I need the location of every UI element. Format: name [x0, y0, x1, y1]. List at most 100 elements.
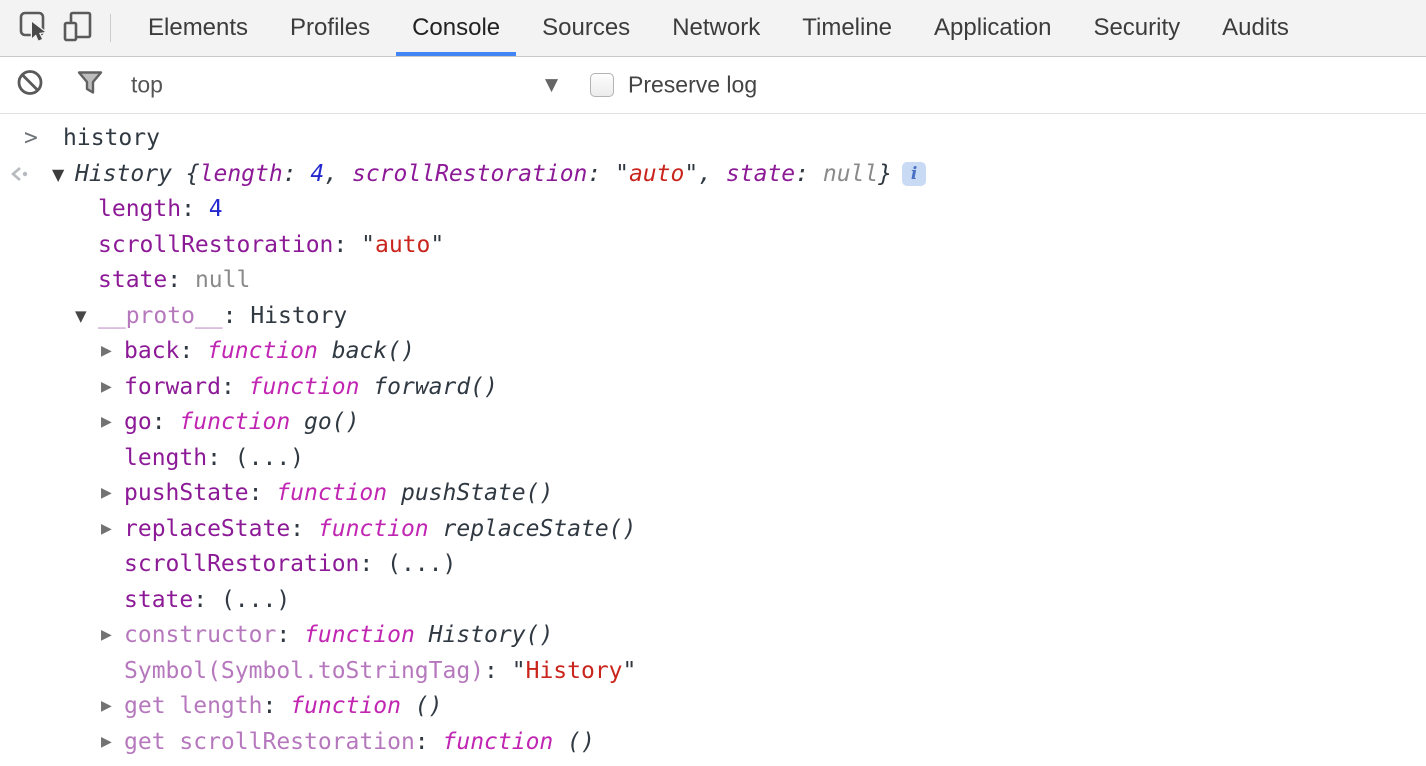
device-toolbar-icon: [61, 9, 95, 48]
console-token-fni: pushState(): [401, 480, 553, 506]
console-token-num: 4: [310, 161, 324, 187]
console-output: >history▼History {length: 4, scrollResto…: [0, 114, 1426, 760]
console-token-num: 4: [209, 196, 223, 222]
tab-audits[interactable]: Audits: [1201, 0, 1310, 56]
disclosure-triangle-right-icon[interactable]: ▶: [101, 334, 112, 370]
console-property-row: ▶replaceState: function replaceState(): [0, 512, 1426, 548]
console-token-name: replaceState: [124, 516, 290, 542]
toggle-device-toolbar-button[interactable]: [56, 0, 100, 56]
tab-elements[interactable]: Elements: [127, 0, 269, 56]
tab-application[interactable]: Application: [913, 0, 1072, 56]
console-token-plain: ": [615, 161, 629, 187]
console-token-plain: :: [249, 480, 277, 506]
console-property-row: ▶ pushState: function pushState(): [0, 476, 1426, 512]
console-toolbar: top ▼ Preserve log: [0, 57, 1426, 114]
clear-console-button[interactable]: [16, 69, 44, 102]
console-property-row: ▶constructor: function History(): [0, 618, 1426, 654]
console-token-plain: :: [587, 161, 615, 187]
console-token-name: scrollRestoration: [98, 232, 333, 258]
console-token-plain: :: [333, 232, 361, 258]
execution-context-selector[interactable]: top: [131, 72, 163, 99]
console-token-fni: (): [567, 729, 595, 755]
preserve-log-checkbox[interactable]: [590, 73, 614, 97]
console-prompt-icon: >: [24, 121, 38, 157]
console-property-row: ▶forward: function forward(): [0, 370, 1426, 406]
console-property-row: ▼__proto__: History: [0, 299, 1426, 335]
console-token-plain: ": [512, 658, 526, 684]
console-token-name: scrollRestoration: [352, 161, 587, 187]
console-property-row: length: 4: [0, 192, 1426, 228]
console-token-null: null: [823, 161, 878, 187]
console-token-dimname: get scrollRestoration: [124, 729, 415, 755]
console-input-echo-row: >history: [0, 121, 1426, 157]
disclosure-triangle-right-icon[interactable]: ▶: [101, 725, 112, 761]
console-token-plain: History {: [75, 161, 200, 187]
console-property-row: state: (...): [0, 583, 1426, 619]
invoke-getter[interactable]: (...): [387, 551, 456, 577]
console-token-plain: [387, 480, 401, 506]
console-token-fni: go(): [304, 409, 359, 435]
tab-security[interactable]: Security: [1072, 0, 1201, 56]
panel-tabs: ElementsProfilesConsoleSourcesNetworkTim…: [127, 0, 1310, 56]
inspect-element-button[interactable]: [12, 0, 56, 56]
devtools-tab-bar: ElementsProfilesConsoleSourcesNetworkTim…: [0, 0, 1426, 57]
tab-timeline[interactable]: Timeline: [781, 0, 913, 56]
console-token-plain: :: [262, 693, 290, 719]
disclosure-triangle-right-icon[interactable]: ▶: [101, 512, 112, 548]
console-token-name: state: [98, 267, 167, 293]
console-token-str: auto: [629, 161, 684, 187]
tab-network[interactable]: Network: [651, 0, 781, 56]
console-token-kw: function: [249, 374, 360, 400]
console-token-plain: [415, 622, 429, 648]
console-token-plain: :: [152, 409, 180, 435]
toolbar-divider: [110, 14, 111, 42]
console-token-name: pushState: [124, 480, 249, 506]
console-token-plain: ,: [324, 161, 352, 187]
disclosure-triangle-right-icon[interactable]: ▶: [101, 618, 112, 654]
chevron-down-icon[interactable]: ▼: [545, 75, 558, 95]
console-token-plain: :: [179, 338, 207, 364]
console-token-plain: :: [283, 161, 311, 187]
clear-console-icon: [16, 84, 44, 101]
disclosure-triangle-right-icon[interactable]: ▶: [101, 476, 112, 512]
tab-console[interactable]: Console: [391, 0, 521, 56]
console-token-fni: back(): [332, 338, 415, 364]
console-token-plain: [553, 729, 567, 755]
console-token-plain: [429, 516, 443, 542]
disclosure-triangle-down-icon[interactable]: ▼: [75, 299, 87, 335]
invoke-getter[interactable]: (...): [221, 587, 290, 613]
console-token-null: null: [195, 267, 250, 293]
disclosure-triangle-right-icon[interactable]: ▶: [101, 405, 112, 441]
invoke-getter[interactable]: (...): [235, 445, 304, 471]
console-token-kw: function: [276, 480, 387, 506]
preserve-log-label[interactable]: Preserve log: [628, 72, 757, 99]
console-token-name: back: [124, 338, 179, 364]
console-token-dimname: get length: [124, 693, 262, 719]
console-token-plain: :: [484, 658, 512, 684]
tab-profiles[interactable]: Profiles: [269, 0, 391, 56]
console-token-plain: ,: [698, 161, 726, 187]
tab-sources[interactable]: Sources: [521, 0, 651, 56]
filter-button[interactable]: [76, 69, 104, 102]
console-token-plain: [401, 693, 415, 719]
console-token-plain: :: [223, 303, 251, 329]
console-token-plain: :: [290, 516, 318, 542]
console-token-kw: function: [179, 409, 290, 435]
disclosure-triangle-right-icon[interactable]: ▶: [101, 689, 112, 725]
disclosure-triangle-down-icon[interactable]: ▼: [52, 157, 64, 193]
inspect-element-icon: [18, 10, 50, 47]
console-token-kw: function: [443, 729, 554, 755]
console-property-row: ▶ get scrollRestoration: function (): [0, 725, 1426, 761]
console-token-dimname: __proto__: [98, 303, 223, 329]
console-token-plain: :: [415, 729, 443, 755]
console-property-row: ▶go: function go(): [0, 405, 1426, 441]
console-token-plain: :: [167, 267, 195, 293]
console-token-plain: :: [181, 196, 209, 222]
console-token-name: scrollRestoration: [124, 551, 359, 577]
disclosure-triangle-right-icon[interactable]: ▶: [101, 370, 112, 406]
info-icon[interactable]: i: [902, 162, 926, 186]
console-token-name: forward: [124, 374, 221, 400]
console-token-name: length: [124, 445, 207, 471]
console-token-kw: function: [207, 338, 318, 364]
console-token-plain: [290, 409, 304, 435]
